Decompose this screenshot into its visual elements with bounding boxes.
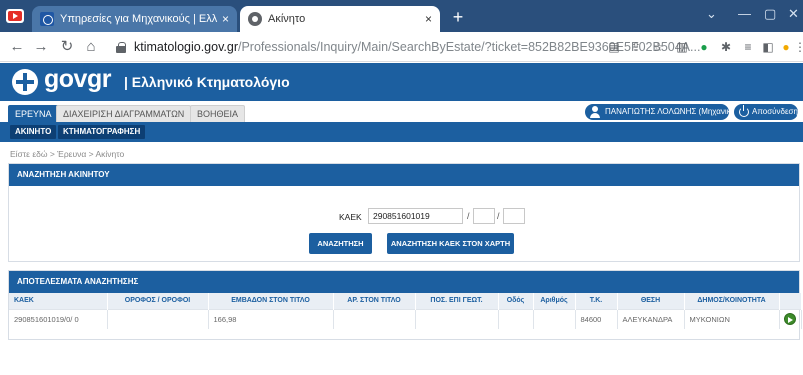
cell-street xyxy=(498,308,534,329)
url-host: ktimatologio.gov.gr xyxy=(134,40,238,54)
search-results-panel: ΑΠΟΤΕΛΕΣΜΑΤΑ ΑΝΑΖΗΤΗΣΗΣ ΚΑΕΚ ΟΡΟΦΟΣ / ΟΡ… xyxy=(8,270,802,340)
address-toolbar: ← → ↻ ⌂ ktimatologio.gov.gr/Professional… xyxy=(0,32,803,62)
cell-land-share xyxy=(415,308,499,329)
kaek-input[interactable] xyxy=(368,208,463,224)
forward-arrow-icon[interactable]: → xyxy=(32,38,50,56)
youtube-icon[interactable] xyxy=(6,9,24,23)
reload-icon[interactable]: ↻ xyxy=(58,38,76,56)
results-panel-title: ΑΠΟΤΕΛΕΣΜΑΤΑ ΑΝΑΖΗΤΗΣΗΣ xyxy=(9,271,799,293)
user-name: ΠΑΝΑΓΙΩΤΗΣ ΛΟΛΩΝΗΣ (Μηχανικός) xyxy=(605,107,742,116)
new-tab-button[interactable]: + xyxy=(448,7,468,27)
search-panel-title: ΑΝΑΖΗΤΗΣΗ ΑΚΙΝΗΤΟΥ xyxy=(9,164,799,186)
browser-tab-strip: Υπηρεσίες για Μηχανικούς | Ελλ × Ακίνητο… xyxy=(0,0,803,32)
extension-icon[interactable]: ▥ xyxy=(674,39,690,55)
cell-floor xyxy=(107,308,209,329)
col-header-action xyxy=(779,293,802,309)
grammarly-icon[interactable]: ● xyxy=(696,39,712,55)
col-header-street[interactable]: Οδός xyxy=(498,293,534,309)
site-title: | Ελληνικό Κτηματολόγιο xyxy=(124,74,290,90)
property-search-panel: ΑΝΑΖΗΤΗΣΗ ΑΚΙΝΗΤΟΥ ΚΑΕΚ / / ΑΝΑΖΗΤΗΣΗ ΑΝ… xyxy=(8,163,800,262)
user-account-button[interactable]: ΠΑΝΑΓΙΩΤΗΣ ΛΟΛΩΝΗΣ (Μηχανικός) xyxy=(585,104,742,120)
profile-avatar-icon[interactable]: ● xyxy=(778,39,794,55)
col-header-land-share[interactable]: ΠΟΣ. ΕΠΙ ΓΕΩΤ. xyxy=(415,293,499,309)
site-header: govgr | Ελληνικό Κτηματολόγιο xyxy=(0,63,803,101)
cell-number xyxy=(533,308,576,329)
logout-button[interactable]: Αποσύνδεση xyxy=(734,104,798,120)
logout-label: Αποσύνδεση xyxy=(752,107,798,116)
results-table: ΚΑΕΚ ΟΡΟΦΟΣ / ΟΡΟΦΟΙ ΕΜΒΑΔΟΝ ΣΤΟΝ ΤΙΤΛΟ … xyxy=(9,293,802,329)
col-header-municipality[interactable]: ΔΗΜΟΣ/ΚΟΙΝΟΤΗΤΑ xyxy=(684,293,780,309)
cell-postal-code: 84600 xyxy=(575,308,618,329)
menu-item-diagram-management[interactable]: ΔΙΑΧΕΙΡΙΣΗ ΔΙΑΓΡΑΜΜΑΤΩΝ xyxy=(56,105,192,122)
user-icon xyxy=(589,106,601,118)
col-header-kaek[interactable]: ΚΑΕΚ xyxy=(9,293,108,309)
search-button[interactable]: ΑΝΑΖΗΤΗΣΗ xyxy=(309,233,372,254)
globe-favicon-icon xyxy=(248,12,262,26)
kaek-label: ΚΑΕΚ xyxy=(339,212,362,222)
table-row[interactable]: 290851601019/0/ 0 166,98 84600 ΑΛΕΥΚΑΝΔΡ… xyxy=(9,308,802,329)
col-header-area[interactable]: ΕΜΒΑΔΟΝ ΣΤΟΝ ΤΙΤΛΟ xyxy=(208,293,334,309)
menu-item-research[interactable]: ΕΡΕΥΝΑ xyxy=(8,105,59,122)
bookmark-star-icon[interactable]: ☆ xyxy=(650,39,666,55)
search-kaek-on-map-button[interactable]: ΑΝΑΖΗΤΗΣΗ ΚΑΕΚ ΣΤΟΝ ΧΑΡΤΗ xyxy=(387,233,514,254)
minimize-icon[interactable]: — xyxy=(738,6,751,21)
gov-logo[interactable]: govgr xyxy=(44,65,111,94)
cell-area: 166,98 xyxy=(208,308,334,329)
more-menu-icon[interactable]: ⋮ xyxy=(794,39,803,55)
tab-title: Υπηρεσίες για Μηχανικούς | Ελλ xyxy=(60,13,218,25)
tab-title: Ακίνητο xyxy=(268,13,306,25)
cell-action xyxy=(779,308,802,329)
maximize-icon[interactable]: ▢ xyxy=(764,6,776,22)
window-close-icon[interactable]: ✕ xyxy=(788,6,799,22)
kaek-part2-input[interactable] xyxy=(473,208,495,224)
col-header-number[interactable]: Αριθμός xyxy=(533,293,576,309)
go-arrow-icon[interactable] xyxy=(784,313,796,326)
breadcrumb: Είστε εδώ > Έρευνα > Ακίνητο xyxy=(10,149,125,159)
close-tab-icon[interactable]: × xyxy=(425,13,432,25)
browser-tab-property[interactable]: Ακίνητο × xyxy=(240,6,440,32)
subnav-item-property[interactable]: ΑΚΙΝΗΤΟ xyxy=(10,125,57,139)
kaek-part3-input[interactable] xyxy=(503,208,525,224)
lock-icon xyxy=(116,42,126,53)
cell-title-number xyxy=(333,308,416,329)
cell-municipality: ΜΥΚΟΝΙΩΝ xyxy=(684,308,780,329)
sub-navigation: ΑΚΙΝΗΤΟ ΚΤΗΜΑΤΟΓΡΑΦΗΣΗ xyxy=(0,122,803,142)
col-header-floor[interactable]: ΟΡΟΦΟΣ / ΟΡΟΦΟΙ xyxy=(107,293,209,309)
col-header-title-number[interactable]: ΑΡ. ΣΤΟΝ ΤΙΤΛΟ xyxy=(333,293,416,309)
translate-icon[interactable]: ▤ xyxy=(606,39,622,55)
reading-list-icon[interactable]: ≡ xyxy=(740,39,756,55)
tab-search-chevron-icon[interactable]: ⌄ xyxy=(706,6,717,22)
side-panel-icon[interactable]: ◧ xyxy=(760,39,776,55)
cell-location: ΑΛΕΥΚΑΝΔΡΑ xyxy=(617,308,685,329)
share-icon[interactable]: ⇪ xyxy=(628,39,644,55)
puzzle-extensions-icon[interactable]: ✱ xyxy=(718,39,734,55)
power-icon xyxy=(739,105,749,117)
ktimatologio-favicon-icon xyxy=(40,12,54,26)
subnav-item-cadastral-survey[interactable]: ΚΤΗΜΑΤΟΓΡΑΦΗΣΗ xyxy=(58,125,146,139)
kaek-separator: / xyxy=(467,211,470,221)
cell-kaek: 290851601019/0/ 0 xyxy=(9,308,108,329)
col-header-location[interactable]: ΘΕΣΗ xyxy=(617,293,685,309)
col-header-postal-code[interactable]: Τ.Κ. xyxy=(575,293,618,309)
kaek-separator: / xyxy=(497,211,500,221)
close-tab-icon[interactable]: × xyxy=(222,13,229,25)
results-header-row: ΚΑΕΚ ΟΡΟΦΟΣ / ΟΡΟΦΟΙ ΕΜΒΑΔΟΝ ΣΤΟΝ ΤΙΤΛΟ … xyxy=(9,293,802,309)
back-arrow-icon[interactable]: ← xyxy=(8,38,26,56)
home-icon[interactable]: ⌂ xyxy=(82,38,100,56)
gov-cross-logo-icon xyxy=(12,69,38,95)
menu-item-help[interactable]: ΒΟΗΘΕΙΑ xyxy=(190,105,246,122)
main-menu: ΕΡΕΥΝΑ ΔΙΑΧΕΙΡΙΣΗ ΔΙΑΓΡΑΜΜΑΤΩΝ ΒΟΗΘΕΙΑ Π… xyxy=(0,101,803,122)
browser-tab-engineers[interactable]: Υπηρεσίες για Μηχανικούς | Ελλ × xyxy=(32,6,237,32)
